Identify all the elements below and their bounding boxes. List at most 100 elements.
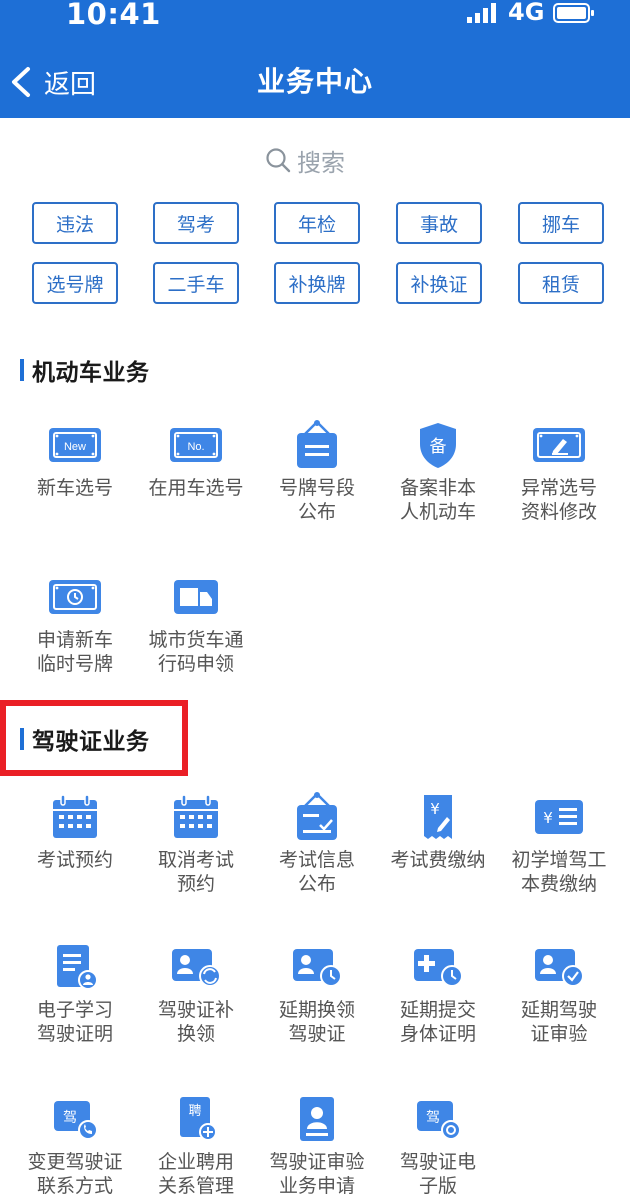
service-label: 考试费缴纳 bbox=[390, 849, 486, 871]
e-license-icon: 驾 bbox=[417, 1101, 461, 1140]
service-label: 异常选号 资料修改 bbox=[520, 477, 597, 523]
tag-accident[interactable]: 事故 bbox=[396, 202, 482, 244]
service-delay-renew[interactable]: 延期换领 驾驶证 bbox=[256, 942, 378, 1046]
status-bar: 10:41 4G bbox=[0, 0, 630, 34]
svg-text:New: New bbox=[64, 441, 86, 453]
service-in-use-plate[interactable]: No. 在用车选号 bbox=[135, 420, 257, 500]
exam-calendar-icon bbox=[53, 794, 97, 838]
service-audit-apply[interactable]: 驾驶证审验 业务申请 bbox=[256, 1094, 378, 1198]
service-delay-audit[interactable]: 延期驾驶 证审验 bbox=[498, 942, 620, 1046]
section-title-vehicle: 机动车业务 bbox=[20, 354, 150, 386]
network-label: 4G bbox=[508, 0, 545, 26]
svg-text:¥: ¥ bbox=[543, 809, 553, 827]
tag-violation[interactable]: 违法 bbox=[32, 202, 118, 244]
truck-pass-icon bbox=[174, 580, 218, 614]
service-label: 在用车选号 bbox=[148, 477, 244, 499]
service-exam-fee[interactable]: ¥ 考试费缴纳 bbox=[377, 792, 499, 872]
status-time: 10:41 bbox=[66, 0, 161, 31]
service-employment[interactable]: 聘 企业聘用 关系管理 bbox=[135, 1094, 257, 1198]
service-license-reissue[interactable]: 驾驶证补 换领 bbox=[135, 942, 257, 1046]
service-truck-pass[interactable]: 城市货车通 行码申领 bbox=[135, 572, 257, 676]
service-label: 城市货车通 行码申领 bbox=[148, 629, 244, 675]
section-accent-bar bbox=[20, 359, 24, 381]
service-change-contact[interactable]: 驾 变更驾驶证 联系方式 bbox=[14, 1094, 136, 1198]
service-label: 延期提交 身体证明 bbox=[399, 999, 476, 1045]
license-reissue-icon bbox=[172, 949, 221, 987]
service-label: 号牌号段 公布 bbox=[278, 477, 355, 523]
service-label: 驾驶证审验 业务申请 bbox=[269, 1151, 365, 1197]
in-use-plate-icon: No. bbox=[170, 428, 222, 462]
service-delay-health[interactable]: 延期提交 身体证明 bbox=[377, 942, 499, 1046]
tag-replace-license[interactable]: 补换证 bbox=[396, 262, 482, 304]
service-label: 延期驾驶 证审验 bbox=[520, 999, 597, 1045]
service-cancel-exam[interactable]: 取消考试 预约 bbox=[135, 792, 257, 896]
business-center-screen: 10:41 4G 业务中心 返回 搜索 违法 驾考 年检 事故 挪车 选号牌 二… bbox=[0, 0, 630, 1198]
service-cost-fee[interactable]: ¥ 初学增驾工 本费缴纳 bbox=[498, 792, 620, 896]
record-shield-icon: 备 bbox=[420, 423, 456, 468]
search-icon bbox=[266, 148, 291, 173]
study-proof-icon bbox=[57, 945, 98, 990]
svg-text:No.: No. bbox=[187, 441, 204, 453]
tag-annual-inspection[interactable]: 年检 bbox=[274, 202, 360, 244]
service-e-license[interactable]: 驾 驾驶证电 子版 bbox=[377, 1094, 499, 1198]
battery-icon bbox=[553, 3, 594, 23]
temp-plate-icon bbox=[49, 580, 101, 614]
service-label: 初学增驾工 本费缴纳 bbox=[511, 849, 607, 895]
change-contact-icon: 驾 bbox=[54, 1101, 98, 1140]
service-temp-plate[interactable]: 申请新车 临时号牌 bbox=[14, 572, 136, 676]
service-study-proof[interactable]: 电子学习 驾驶证明 bbox=[14, 942, 136, 1046]
delay-health-icon bbox=[414, 949, 463, 987]
service-label: 考试预约 bbox=[36, 849, 113, 871]
service-label: 延期换领 驾驶证 bbox=[278, 999, 355, 1045]
service-plate-notice[interactable]: 号牌号段 公布 bbox=[256, 420, 378, 524]
tag-move-car[interactable]: 挪车 bbox=[518, 202, 604, 244]
service-new-car-plate[interactable]: New 新车选号 bbox=[14, 420, 136, 500]
service-edit-plate-info[interactable]: 异常选号 资料修改 bbox=[498, 420, 620, 524]
back-button[interactable]: 返回 bbox=[8, 60, 118, 104]
back-label: 返回 bbox=[44, 69, 97, 100]
employment-icon: 聘 bbox=[180, 1097, 217, 1141]
service-label: 新车选号 bbox=[36, 477, 113, 499]
search-label: 搜索 bbox=[297, 148, 345, 177]
exam-fee-icon: ¥ bbox=[424, 795, 452, 839]
delay-renew-icon bbox=[293, 949, 342, 987]
service-label: 备案非本 人机动车 bbox=[399, 477, 476, 523]
tag-select-plate[interactable]: 选号牌 bbox=[32, 262, 118, 304]
service-exam-notice[interactable]: 考试信息 公布 bbox=[256, 792, 378, 896]
section-title-text: 机动车业务 bbox=[32, 360, 150, 386]
exam-notice-icon bbox=[297, 792, 337, 840]
section-title-license: 驾驶证业务 bbox=[20, 723, 150, 755]
edit-plate-icon bbox=[533, 428, 585, 462]
svg-text:聘: 聘 bbox=[188, 1104, 201, 1119]
nav-bar: 业务中心 返回 bbox=[0, 54, 630, 110]
service-label: 驾驶证电 子版 bbox=[399, 1151, 476, 1197]
audit-apply-icon bbox=[300, 1097, 334, 1141]
section-accent-bar bbox=[20, 728, 24, 750]
header: 10:41 4G 业务中心 返回 bbox=[0, 0, 630, 118]
service-label: 电子学习 驾驶证明 bbox=[36, 999, 113, 1045]
tag-used-car[interactable]: 二手车 bbox=[153, 262, 239, 304]
service-exam-booking[interactable]: 考试预约 bbox=[14, 792, 136, 872]
service-label: 考试信息 公布 bbox=[278, 849, 355, 895]
search-button[interactable]: 搜索 bbox=[265, 142, 345, 178]
service-label: 取消考试 预约 bbox=[157, 849, 234, 895]
plate-notice-icon bbox=[297, 420, 337, 468]
cancel-calendar-icon bbox=[174, 794, 218, 838]
svg-text:¥: ¥ bbox=[430, 800, 440, 818]
svg-text:备: 备 bbox=[430, 437, 447, 457]
service-label: 申请新车 临时号牌 bbox=[36, 629, 113, 675]
section-title-text: 驾驶证业务 bbox=[32, 729, 150, 755]
signal-icon bbox=[467, 3, 496, 23]
service-label: 驾驶证补 换领 bbox=[157, 999, 234, 1045]
cost-fee-icon: ¥ bbox=[535, 800, 583, 834]
service-record-vehicle[interactable]: 备 备案非本 人机动车 bbox=[377, 420, 499, 524]
service-label: 企业聘用 关系管理 bbox=[157, 1151, 234, 1197]
delay-audit-icon bbox=[535, 949, 584, 987]
tag-driving-test[interactable]: 驾考 bbox=[153, 202, 239, 244]
chevron-left-icon bbox=[12, 67, 30, 97]
svg-text:驾: 驾 bbox=[63, 1110, 77, 1126]
tag-replace-plate[interactable]: 补换牌 bbox=[274, 262, 360, 304]
svg-text:驾: 驾 bbox=[426, 1110, 440, 1126]
tag-rental[interactable]: 租赁 bbox=[518, 262, 604, 304]
new-plate-icon: New bbox=[49, 428, 101, 462]
